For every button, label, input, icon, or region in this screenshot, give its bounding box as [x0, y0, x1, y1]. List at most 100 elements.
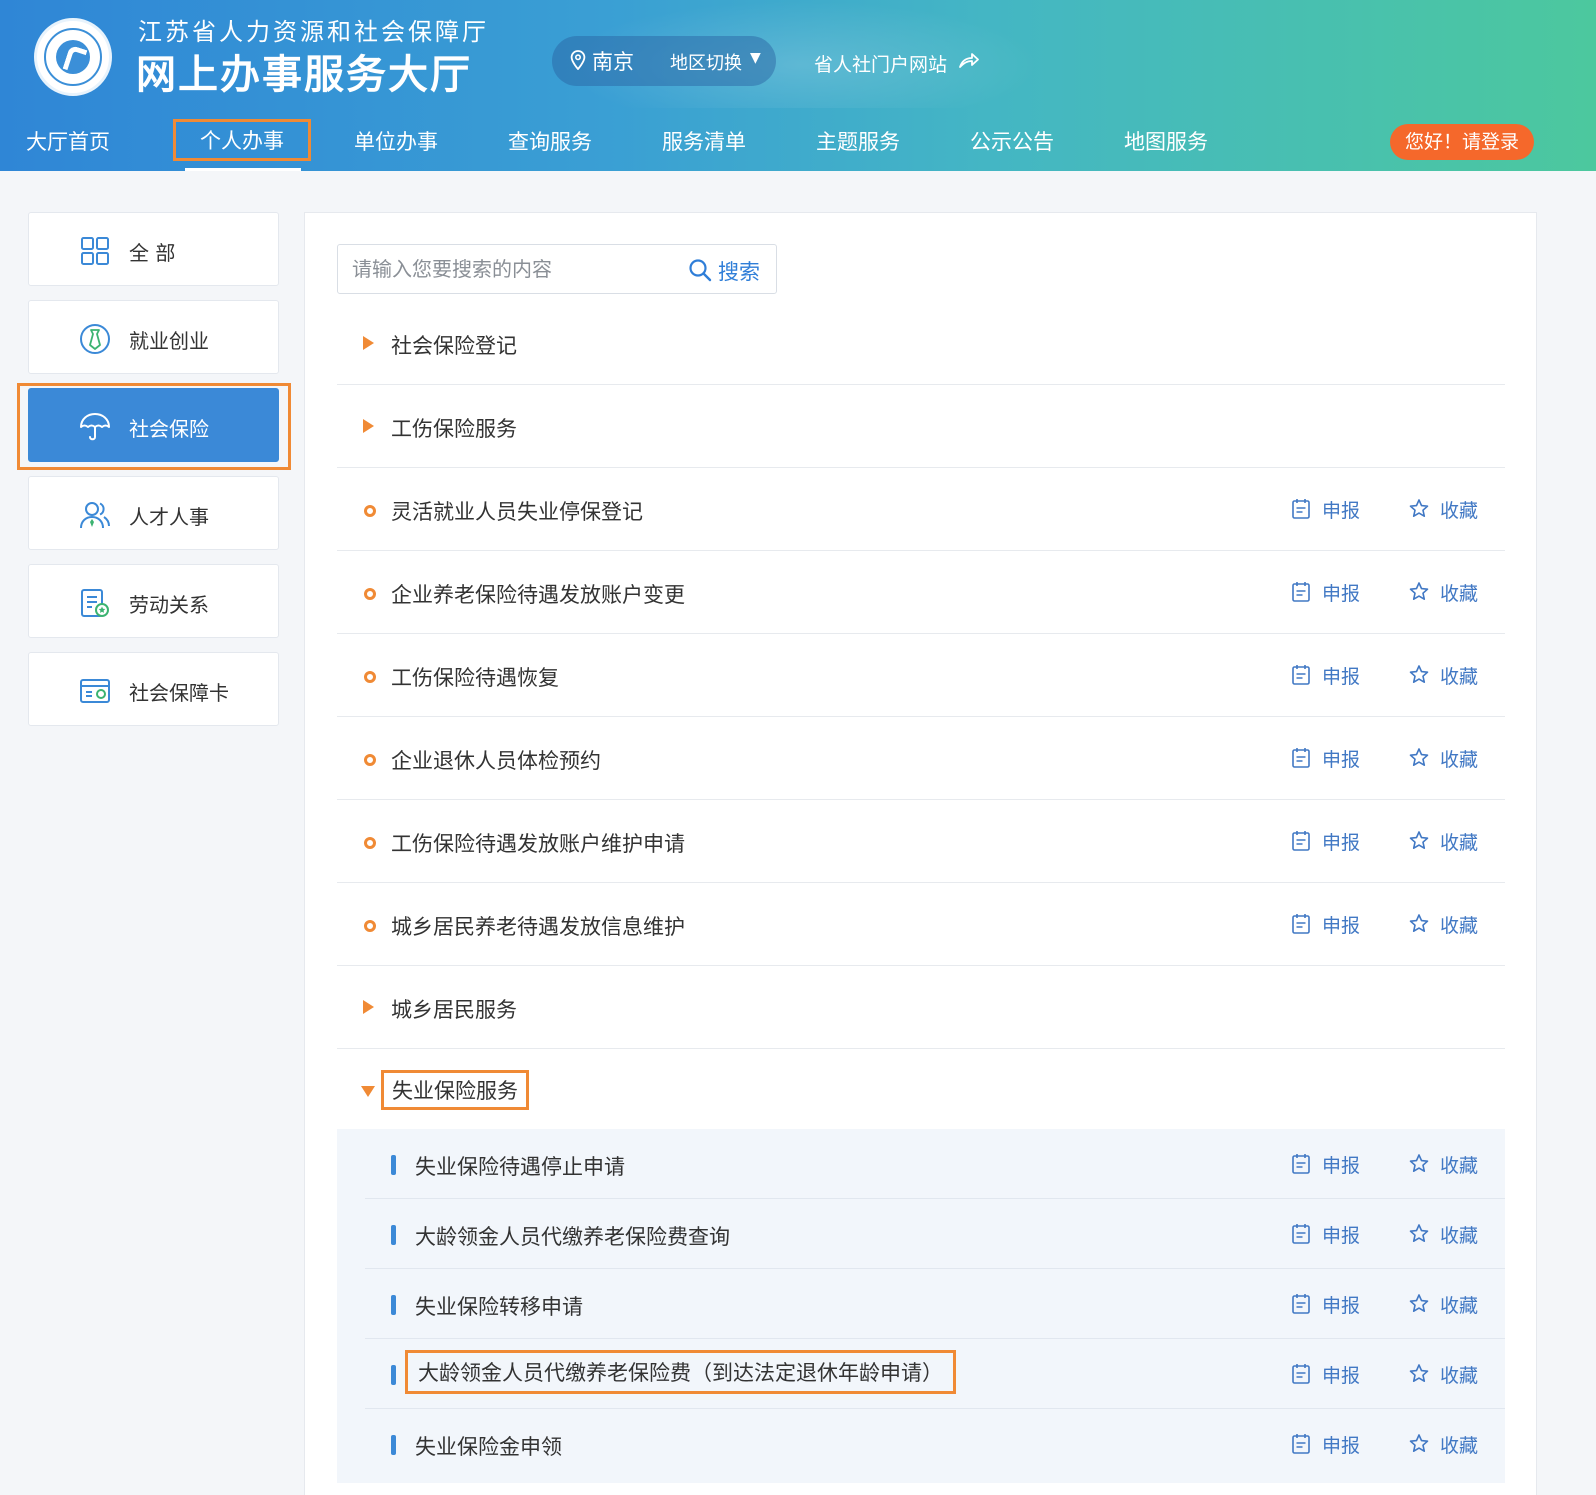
- service-name[interactable]: 失业保险待遇停止申请: [415, 1151, 625, 1181]
- search-input[interactable]: [352, 245, 672, 293]
- star-icon: [1409, 748, 1429, 766]
- service-name[interactable]: 企业退休人员体检预约: [391, 745, 601, 775]
- service-name[interactable]: 工伤保险待遇发放账户维护申请: [391, 828, 685, 858]
- star-icon: [1409, 1434, 1429, 1452]
- current-city: 南京: [592, 50, 634, 74]
- declare-label: 申报: [1322, 500, 1361, 522]
- favorite-label: 收藏: [1440, 1225, 1479, 1247]
- sidebar-item-label: 全 部: [129, 241, 176, 265]
- category-row[interactable]: 城乡居民服务: [337, 966, 1505, 1049]
- sidebar-item-social-security-card[interactable]: 社会保障卡: [28, 652, 279, 726]
- declare-label: 申报: [1322, 1435, 1361, 1457]
- location-pin-icon: [570, 50, 586, 70]
- service-row: 工伤保险待遇发放账户维护申请 申报 收藏: [337, 800, 1505, 883]
- bullet-bar-icon: [391, 1365, 396, 1385]
- sidebar-item-talent[interactable]: 人才人事: [28, 476, 279, 550]
- service-row: 灵活就业人员失业停保登记 申报 收藏: [337, 468, 1505, 551]
- service-row: 企业养老保险待遇发放账户变更 申报 收藏: [337, 551, 1505, 634]
- star-icon: [1409, 1154, 1429, 1172]
- service-name[interactable]: 灵活就业人员失业停保登记: [391, 496, 643, 526]
- service-name-highlighted[interactable]: 大龄领金人员代缴养老保险费（到达法定退休年龄申请）: [405, 1350, 956, 1394]
- star-icon: [1409, 914, 1429, 932]
- service-row: 城乡居民养老待遇发放信息维护 申报 收藏: [337, 883, 1505, 966]
- form-icon: [1292, 665, 1310, 685]
- sub-service-row: 失业保险待遇停止申请 申报 收藏: [365, 1129, 1505, 1199]
- caret-right-icon: [363, 336, 374, 350]
- region-selector[interactable]: 南京 地区切换 ▼: [552, 36, 776, 86]
- form-icon: [1292, 1434, 1310, 1454]
- site-title: 网上办事服务大厅: [136, 52, 472, 98]
- logo[interactable]: [34, 18, 112, 96]
- caret-right-icon: [363, 419, 374, 433]
- service-row: 企业退休人员体检预约 申报 收藏: [337, 717, 1505, 800]
- form-icon: [1292, 1364, 1310, 1384]
- star-icon: [1409, 665, 1429, 683]
- declare-label: 申报: [1322, 1295, 1361, 1317]
- sidebar-item-employment[interactable]: 就业创业: [28, 300, 279, 374]
- star-icon: [1409, 1364, 1429, 1382]
- favorite-label: 收藏: [1440, 583, 1479, 605]
- form-icon: [1292, 1224, 1310, 1244]
- favorite-label: 收藏: [1440, 1365, 1479, 1387]
- nav-map-services[interactable]: 地图服务: [1124, 126, 1208, 156]
- declare-label: 申报: [1322, 1225, 1361, 1247]
- service-row: 工伤保险待遇恢复 申报 收藏: [337, 634, 1505, 717]
- bullet-icon: [364, 588, 376, 600]
- form-icon: [1292, 499, 1310, 519]
- category-row[interactable]: 工伤保险服务: [337, 385, 1505, 468]
- declare-label: 申报: [1322, 1365, 1361, 1387]
- sidebar-item-labor-relations[interactable]: 劳动关系: [28, 564, 279, 638]
- service-name[interactable]: 企业养老保险待遇发放账户变更: [391, 579, 685, 609]
- nav-unit-services[interactable]: 单位办事: [354, 126, 438, 156]
- bullet-bar-icon: [391, 1295, 396, 1315]
- nav-announcements[interactable]: 公示公告: [970, 126, 1054, 156]
- login-button[interactable]: 您好！请登录: [1390, 124, 1534, 160]
- external-link-icon[interactable]: [958, 51, 980, 69]
- nav-active-underline: [185, 168, 301, 171]
- category-label-highlighted: 失业保险服务: [381, 1070, 529, 1110]
- form-icon: [1292, 831, 1310, 851]
- document-icon: [81, 589, 109, 617]
- nav-query-services[interactable]: 查询服务: [508, 126, 592, 156]
- service-name[interactable]: 大龄领金人员代缴养老保险费查询: [415, 1221, 730, 1251]
- portal-link[interactable]: 省人社门户网站: [814, 50, 947, 77]
- sidebar-highlight-frame: [17, 383, 291, 470]
- service-name[interactable]: 失业保险金申领: [415, 1431, 562, 1461]
- sub-service-row: 大龄领金人员代缴养老保险费（到达法定退休年龄申请） 申报 收藏: [365, 1339, 1505, 1409]
- sidebar-item-all[interactable]: 全 部: [28, 212, 279, 286]
- favorite-label: 收藏: [1440, 666, 1479, 688]
- main-nav: 大厅首页 个人办事 单位办事 查询服务 服务清单 主题服务 公示公告 地图服务: [0, 118, 1596, 171]
- sub-service-row: 失业保险转移申请 申报 收藏: [365, 1269, 1505, 1339]
- sub-service-row: 失业保险金申领 申报 收藏: [365, 1409, 1505, 1479]
- service-name[interactable]: 工伤保险待遇恢复: [391, 662, 559, 692]
- nav-home[interactable]: 大厅首页: [26, 126, 110, 156]
- favorite-label: 收藏: [1440, 749, 1479, 771]
- declare-label: 申报: [1322, 583, 1361, 605]
- category-label: 工伤保险服务: [391, 417, 517, 441]
- declare-label: 申报: [1322, 915, 1361, 937]
- star-icon: [1409, 582, 1429, 600]
- category-row-expanded[interactable]: 失业保险服务: [337, 1049, 1505, 1129]
- category-label: 社会保险登记: [391, 334, 517, 358]
- nav-theme-services[interactable]: 主题服务: [816, 126, 900, 156]
- service-name[interactable]: 失业保险转移申请: [415, 1291, 583, 1321]
- favorite-label: 收藏: [1440, 1435, 1479, 1457]
- region-switch-link[interactable]: 地区切换: [670, 49, 742, 75]
- favorite-label: 收藏: [1440, 832, 1479, 854]
- nav-service-list[interactable]: 服务清单: [662, 126, 746, 156]
- search-bar: 搜索: [337, 244, 777, 294]
- caret-down-icon: [361, 1086, 375, 1097]
- sidebar-item-label: 人才人事: [129, 505, 209, 529]
- sidebar-item-label: 就业创业: [129, 329, 209, 353]
- category-row[interactable]: 社会保险登记: [337, 302, 1505, 385]
- form-icon: [1292, 914, 1310, 934]
- sub-service-row: 大龄领金人员代缴养老保险费查询 申报 收藏: [365, 1199, 1505, 1269]
- sidebar-item-label: 社会保障卡: [129, 681, 229, 705]
- grid-icon: [81, 237, 109, 265]
- service-name[interactable]: 城乡居民养老待遇发放信息维护: [391, 911, 685, 941]
- logo-emblem-icon: [56, 40, 90, 74]
- star-icon: [1409, 831, 1429, 849]
- nav-personal-services[interactable]: 个人办事: [173, 119, 311, 161]
- star-icon: [1409, 1294, 1429, 1312]
- form-icon: [1292, 582, 1310, 602]
